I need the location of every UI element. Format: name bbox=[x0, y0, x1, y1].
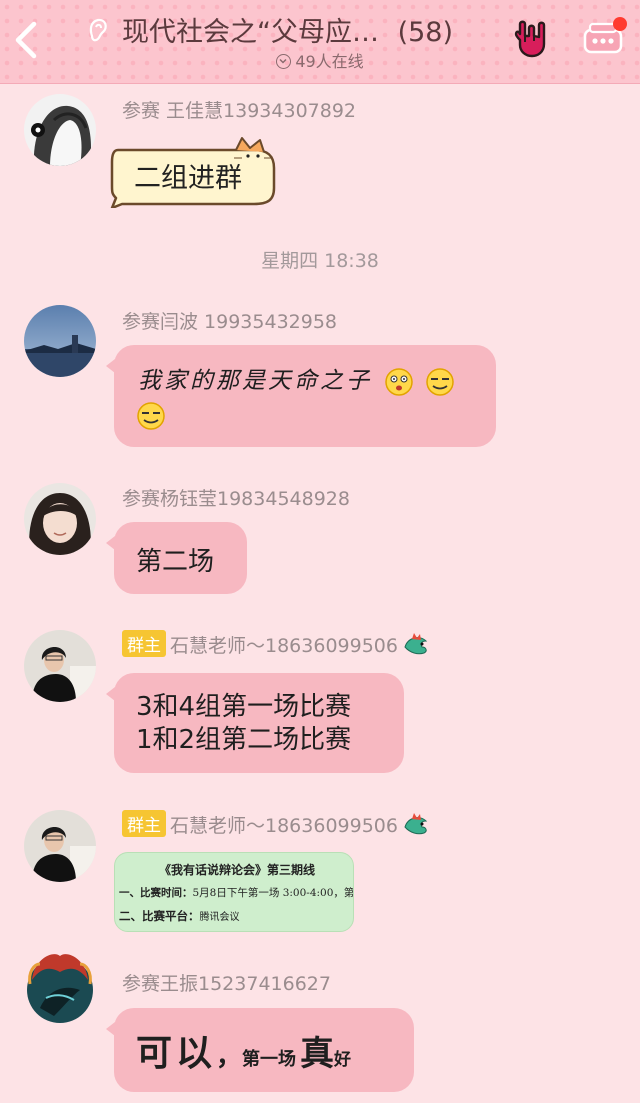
message-text-part: 第一场 bbox=[242, 1049, 297, 1070]
member-count: (58) bbox=[397, 17, 454, 48]
sender-line[interactable]: 群主 石慧老师～18636099506 bbox=[122, 810, 430, 838]
avatar[interactable] bbox=[24, 483, 96, 555]
more-icon bbox=[583, 17, 627, 54]
message-text-part: 真 bbox=[300, 1034, 335, 1074]
message-text-part: 好 bbox=[334, 1050, 352, 1070]
message-text-content: 我家的那是天命之子 bbox=[138, 368, 372, 394]
message-text-part: ， bbox=[216, 1042, 243, 1072]
avatar[interactable] bbox=[24, 950, 96, 1030]
doc-label: 一、比赛时间： bbox=[119, 887, 193, 899]
message-line: 3和4组第一场比赛 bbox=[136, 692, 352, 722]
smirk-face-icon bbox=[137, 402, 165, 430]
message-line: 1和2组第二场比赛 bbox=[136, 725, 352, 755]
owner-badge: 群主 bbox=[122, 630, 166, 657]
doc-value: 腾讯会议 bbox=[199, 912, 240, 923]
sender-name[interactable]: 参赛 王佳慧13934307892 bbox=[122, 96, 356, 123]
sender-line[interactable]: 群主 石慧老师～18636099506 bbox=[122, 630, 430, 658]
dizzy-face-icon bbox=[385, 368, 414, 396]
message-text-part: 可以 bbox=[136, 1032, 217, 1074]
rock-hand-icon[interactable] bbox=[512, 20, 552, 60]
sender-name[interactable]: 参赛王振15237416627 bbox=[122, 969, 331, 996]
message-bubble[interactable]: 第二场 bbox=[106, 522, 247, 594]
message-text: 3和4组第一场比赛 1和2组第二场比赛 bbox=[136, 691, 351, 757]
message-text: 我家的那是天命之子 bbox=[138, 361, 455, 397]
sender-name[interactable]: 参赛闫波 19935432958 bbox=[122, 307, 337, 334]
doc-line-time: 一、比赛时间：5月8日下午第一场 3:00-4:00，第 bbox=[119, 885, 354, 900]
doc-line-platform: 二、比赛平台：腾讯会议 bbox=[119, 908, 240, 924]
more-button[interactable] bbox=[580, 16, 628, 60]
message-text: 第二场 bbox=[136, 547, 215, 577]
image-message[interactable]: 《我有话说辩论会》第三期线 一、比赛时间：5月8日下午第一场 3:00-4:00… bbox=[114, 852, 354, 932]
sender-name[interactable]: 参赛杨钰莹19834548928 bbox=[122, 484, 350, 511]
online-count: 49人在线 bbox=[295, 52, 364, 71]
avatar[interactable] bbox=[24, 94, 96, 166]
avatar[interactable] bbox=[24, 630, 96, 702]
message-bubble[interactable]: 可以，第一场 真好 bbox=[106, 1008, 414, 1092]
smirk-face-icon bbox=[425, 368, 454, 396]
doc-value: 5月8日下午第一场 3:00-4:00，第 bbox=[192, 887, 354, 899]
message-bubble[interactable]: 3和4组第一场比赛 1和2组第二场比赛 bbox=[106, 673, 404, 773]
sender-name: 石慧老师～18636099506 bbox=[170, 815, 398, 837]
avatar[interactable] bbox=[24, 810, 96, 882]
chat-title[interactable]: 现代社会之“父母应… (58) bbox=[122, 10, 502, 48]
owner-badge: 群主 bbox=[122, 810, 166, 837]
notification-dot bbox=[613, 17, 627, 31]
avatar[interactable] bbox=[24, 305, 96, 377]
message-bubble[interactable]: 二组进群 bbox=[108, 136, 280, 208]
doc-title: 《我有话说辩论会》第三期线 bbox=[159, 863, 316, 877]
time-separator: 星期四 18:38 bbox=[261, 250, 379, 272]
message-bubble[interactable]: 我家的那是天命之子 bbox=[106, 345, 496, 447]
message-text: 可以，第一场 真好 bbox=[136, 1024, 351, 1076]
chat-header: 现代社会之“父母应… (58) 49人在线 bbox=[0, 0, 640, 84]
chevron-down-icon bbox=[276, 54, 292, 69]
message-text: 二组进群 bbox=[134, 163, 242, 194]
sender-name: 石慧老师～18636099506 bbox=[170, 635, 398, 657]
doc-label: 二、比赛平台： bbox=[119, 909, 200, 923]
group-name: 现代社会之“父母应… bbox=[122, 17, 379, 48]
dragon-icon bbox=[404, 813, 428, 835]
ear-icon[interactable] bbox=[86, 16, 110, 44]
dragon-icon bbox=[404, 633, 428, 655]
